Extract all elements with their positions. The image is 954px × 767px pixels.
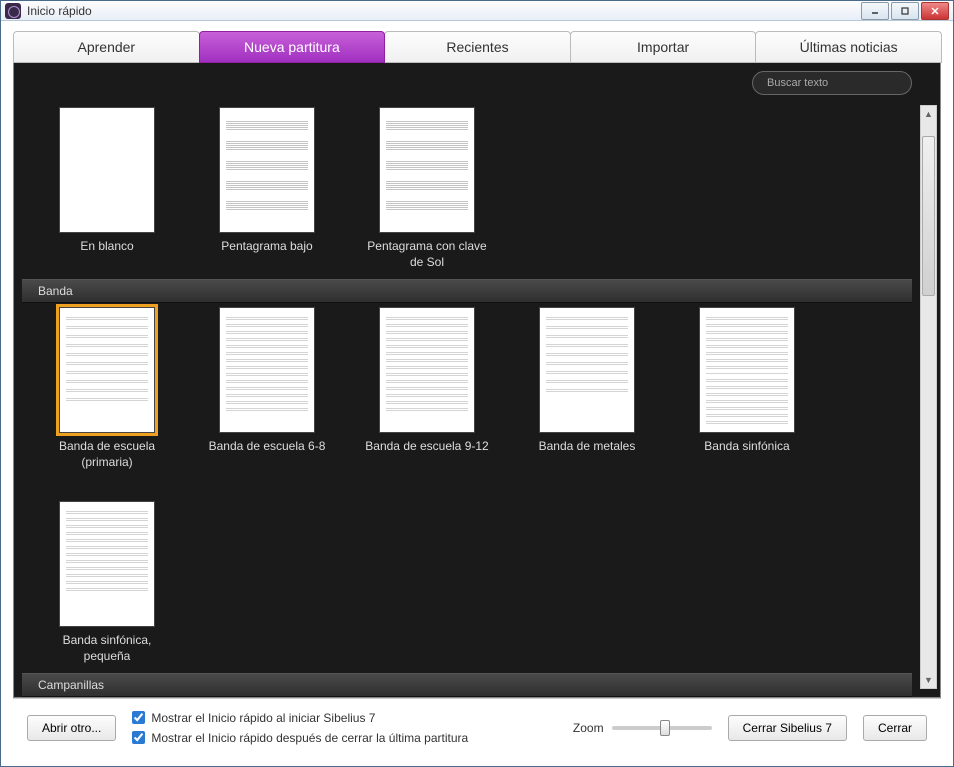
check-show-after-close[interactable]: Mostrar el Inicio rápido después de cerr… xyxy=(132,731,468,745)
template-pentagrama-bajo[interactable]: Pentagrama bajo xyxy=(202,107,332,271)
tab-label: Importar xyxy=(637,39,689,55)
check-show-on-start[interactable]: Mostrar el Inicio rápido al iniciar Sibe… xyxy=(132,711,468,725)
template-thumb xyxy=(379,307,475,433)
template-banda-sinfonica[interactable]: Banda sinfónica xyxy=(682,307,812,471)
template-label: Banda de escuela (primaria) xyxy=(42,439,172,471)
check-label: Mostrar el Inicio rápido después de cerr… xyxy=(151,731,468,745)
checkbox-after-close[interactable] xyxy=(132,731,145,744)
check-label: Mostrar el Inicio rápido al iniciar Sibe… xyxy=(151,711,375,725)
template-banda-sinfonica-pequena[interactable]: Banda sinfónica, pequeña xyxy=(42,501,172,665)
tab-nueva-partitura[interactable]: Nueva partitura xyxy=(199,31,386,63)
tab-importar[interactable]: Importar xyxy=(570,31,757,63)
titlebar[interactable]: Inicio rápido xyxy=(1,1,953,21)
scroll-down-icon[interactable]: ▼ xyxy=(921,672,936,688)
scrollbar-thumb[interactable] xyxy=(922,136,935,296)
tab-label: Recientes xyxy=(446,39,508,55)
template-thumb xyxy=(379,107,475,233)
open-other-button[interactable]: Abrir otro... xyxy=(27,715,116,741)
app-icon xyxy=(5,3,21,19)
close-sibelius-button[interactable]: Cerrar Sibelius 7 xyxy=(728,715,847,741)
maximize-button[interactable] xyxy=(891,2,919,20)
search-box[interactable] xyxy=(752,71,912,95)
tab-aprender[interactable]: Aprender xyxy=(13,31,200,63)
tab-label: Nueva partitura xyxy=(244,39,340,55)
close-window-button[interactable] xyxy=(921,2,949,20)
window-title: Inicio rápido xyxy=(27,4,861,18)
tab-recientes[interactable]: Recientes xyxy=(384,31,571,63)
template-en-blanco[interactable]: En blanco xyxy=(42,107,172,271)
template-thumb xyxy=(699,307,795,433)
template-thumb xyxy=(59,107,155,233)
template-label: Banda de metales xyxy=(539,439,636,471)
template-thumb xyxy=(219,107,315,233)
zoom-slider-thumb[interactable] xyxy=(660,720,670,736)
zoom-slider[interactable] xyxy=(612,726,712,730)
template-label: Banda de escuela 9-12 xyxy=(365,439,488,471)
template-thumb xyxy=(219,307,315,433)
template-banda-9-12[interactable]: Banda de escuela 9-12 xyxy=(362,307,492,471)
tab-label: Aprender xyxy=(78,39,136,55)
search-input[interactable] xyxy=(767,77,909,89)
zoom-label: Zoom xyxy=(573,721,604,735)
template-label: Banda sinfónica xyxy=(704,439,789,471)
template-banda-primaria[interactable]: Banda de escuela (primaria) xyxy=(42,307,172,471)
template-label: Banda sinfónica, pequeña xyxy=(42,633,172,665)
template-label: Pentagrama bajo xyxy=(221,239,312,271)
section-header-campanillas: Campanillas xyxy=(22,673,912,697)
scrollbar[interactable]: ▲ ▼ xyxy=(920,105,937,689)
template-label: Pentagrama con clave de Sol xyxy=(362,239,492,271)
templates-panel: En blanco Pentagrama bajo Pentagrama con… xyxy=(13,63,941,698)
tabs: Aprender Nueva partitura Recientes Impor… xyxy=(13,31,941,63)
section-header-banda: Banda xyxy=(22,279,912,303)
footer: Abrir otro... Mostrar el Inicio rápido a… xyxy=(13,698,941,756)
tab-label: Últimas noticias xyxy=(800,39,898,55)
minimize-button[interactable] xyxy=(861,2,889,20)
tab-ultimas-noticias[interactable]: Últimas noticias xyxy=(755,31,942,63)
template-pentagrama-sol[interactable]: Pentagrama con clave de Sol xyxy=(362,107,492,271)
scroll-up-icon[interactable]: ▲ xyxy=(921,106,936,122)
template-banda-metales[interactable]: Banda de metales xyxy=(522,307,652,471)
templates-scroll[interactable]: En blanco Pentagrama bajo Pentagrama con… xyxy=(14,103,940,697)
template-label: Banda de escuela 6-8 xyxy=(209,439,326,471)
close-button[interactable]: Cerrar xyxy=(863,715,927,741)
quick-start-window: Inicio rápido Aprender Nueva partitura R… xyxy=(0,0,954,767)
template-banda-6-8[interactable]: Banda de escuela 6-8 xyxy=(202,307,332,471)
template-thumb xyxy=(59,501,155,627)
content: Aprender Nueva partitura Recientes Impor… xyxy=(1,21,953,766)
template-label: En blanco xyxy=(80,239,133,271)
template-thumb xyxy=(59,307,155,433)
checkbox-start[interactable] xyxy=(132,711,145,724)
template-thumb xyxy=(539,307,635,433)
